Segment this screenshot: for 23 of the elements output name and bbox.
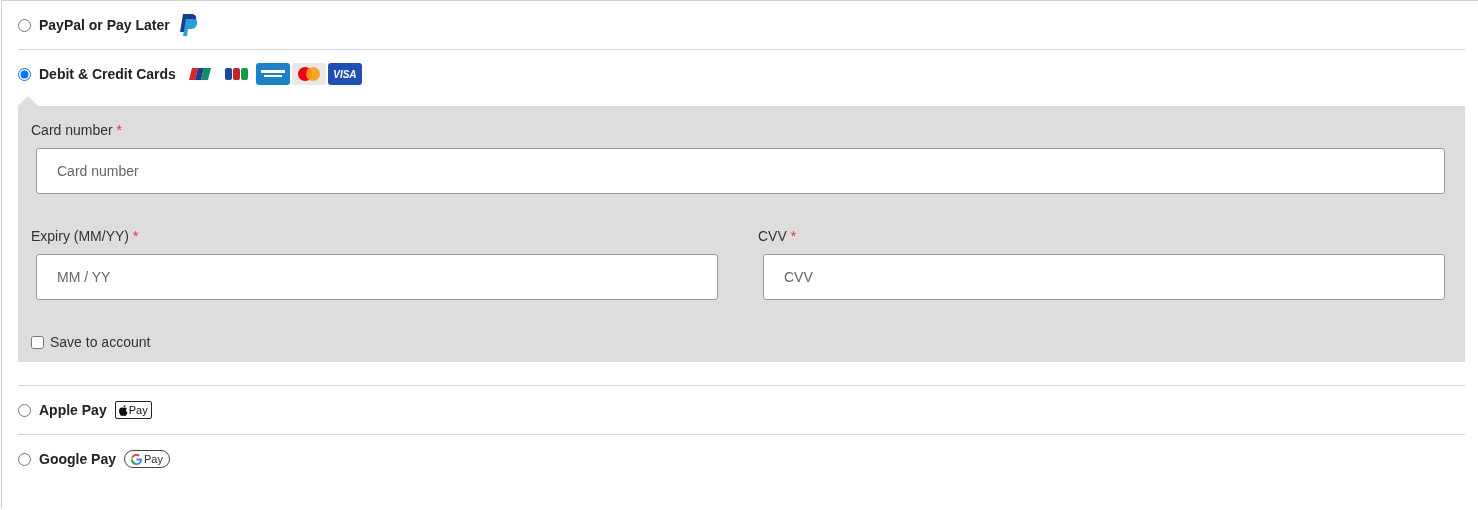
payment-radio[interactable] <box>18 403 31 417</box>
payment-method-label: PayPal or Pay Later <box>39 17 170 33</box>
amex-icon <box>255 63 290 85</box>
apple-icon <box>118 404 128 416</box>
payment-method-label: Debit & Credit Cards <box>39 66 176 82</box>
expiry-field[interactable]: MM / YY <box>36 254 718 300</box>
card-number-field[interactable]: Card number <box>36 148 1445 194</box>
visa-logo: VISA <box>327 63 362 85</box>
save-checkbox[interactable] <box>31 335 44 349</box>
cvv-field[interactable]: CVV <box>763 254 1445 300</box>
payment-method-label: Google Pay <box>39 451 117 467</box>
google-g-icon <box>131 453 143 465</box>
save-label: Save to account <box>50 334 151 350</box>
mastercard-icon <box>291 63 326 85</box>
payment-radio[interactable] <box>18 452 31 466</box>
payment-radio[interactable] <box>18 18 31 32</box>
paypal-icon <box>177 13 198 37</box>
field-label: Expiry (MM/YY) * <box>31 228 140 244</box>
apple-pay-badge: Pay <box>114 401 152 419</box>
field-label: CVV * <box>758 228 798 244</box>
payment-method-label: Apple Pay <box>39 402 107 418</box>
payment-radio[interactable] <box>18 67 31 81</box>
field-label: Card number * <box>31 122 124 138</box>
